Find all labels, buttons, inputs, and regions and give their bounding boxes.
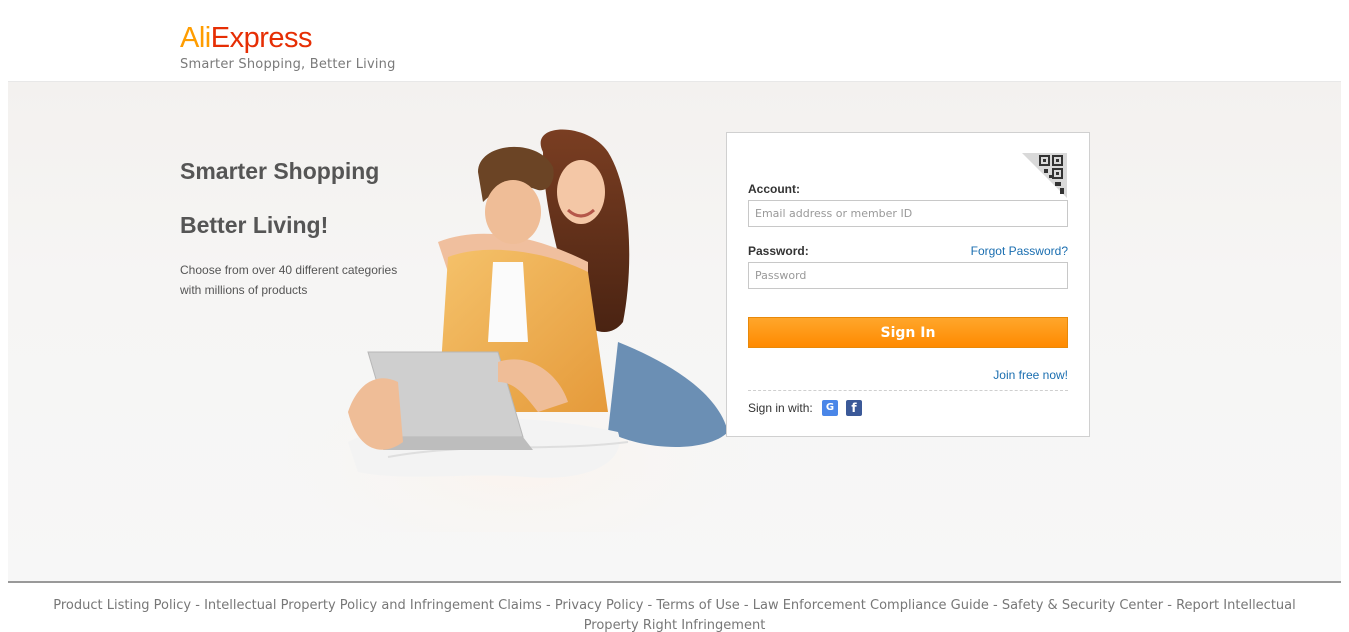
account-input[interactable] bbox=[748, 200, 1068, 227]
forgot-password-link[interactable]: Forgot Password? bbox=[971, 244, 1068, 258]
footer-link-safety-security[interactable]: Safety & Security Center bbox=[1002, 598, 1163, 613]
join-free-link[interactable]: Join free now! bbox=[993, 368, 1068, 382]
password-input[interactable] bbox=[748, 262, 1068, 289]
footer-link-product-listing-policy[interactable]: Product Listing Policy bbox=[53, 598, 191, 613]
header-tagline: Smarter Shopping, Better Living bbox=[180, 57, 396, 72]
site-header: AliExpress Smarter Shopping, Better Livi… bbox=[8, 0, 1341, 82]
couple-with-laptop-image bbox=[288, 129, 748, 532]
google-icon[interactable]: G bbox=[822, 400, 838, 416]
aliexpress-logo[interactable]: AliExpress bbox=[180, 20, 313, 56]
logo-ali-text: Ali bbox=[180, 22, 211, 54]
password-label: Password: bbox=[748, 244, 809, 258]
hero-banner: Smarter Shopping Better Living! Choose f… bbox=[8, 82, 1341, 581]
footer-link-law-enforcement[interactable]: Law Enforcement Compliance Guide bbox=[753, 598, 989, 613]
footer-separator: - bbox=[541, 598, 555, 613]
footer-separator: - bbox=[1163, 598, 1177, 613]
sign-in-button[interactable]: Sign In bbox=[748, 317, 1068, 348]
login-page: AliExpress Smarter Shopping, Better Livi… bbox=[0, 0, 1349, 632]
facebook-icon[interactable]: f bbox=[846, 400, 862, 416]
login-panel: Account: Password: Forgot Password? Sign… bbox=[726, 132, 1090, 437]
footer-link-privacy-policy[interactable]: Privacy Policy bbox=[555, 598, 644, 613]
footer-separator: - bbox=[643, 598, 657, 613]
footer-separator: - bbox=[191, 598, 205, 613]
logo-express-text: Express bbox=[210, 22, 313, 54]
sign-in-with-label: Sign in with: bbox=[748, 401, 813, 415]
footer-separator: - bbox=[739, 598, 753, 613]
footer-link-ip-policy[interactable]: Intellectual Property Policy and Infring… bbox=[204, 598, 542, 613]
footer-separator: - bbox=[988, 598, 1002, 613]
divider bbox=[748, 390, 1068, 391]
site-footer: Product Listing Policy - Intellectual Pr… bbox=[8, 581, 1341, 632]
qr-code-icon[interactable] bbox=[1022, 153, 1067, 198]
footer-link-terms-of-use[interactable]: Terms of Use bbox=[656, 598, 739, 613]
account-label: Account: bbox=[748, 182, 800, 196]
